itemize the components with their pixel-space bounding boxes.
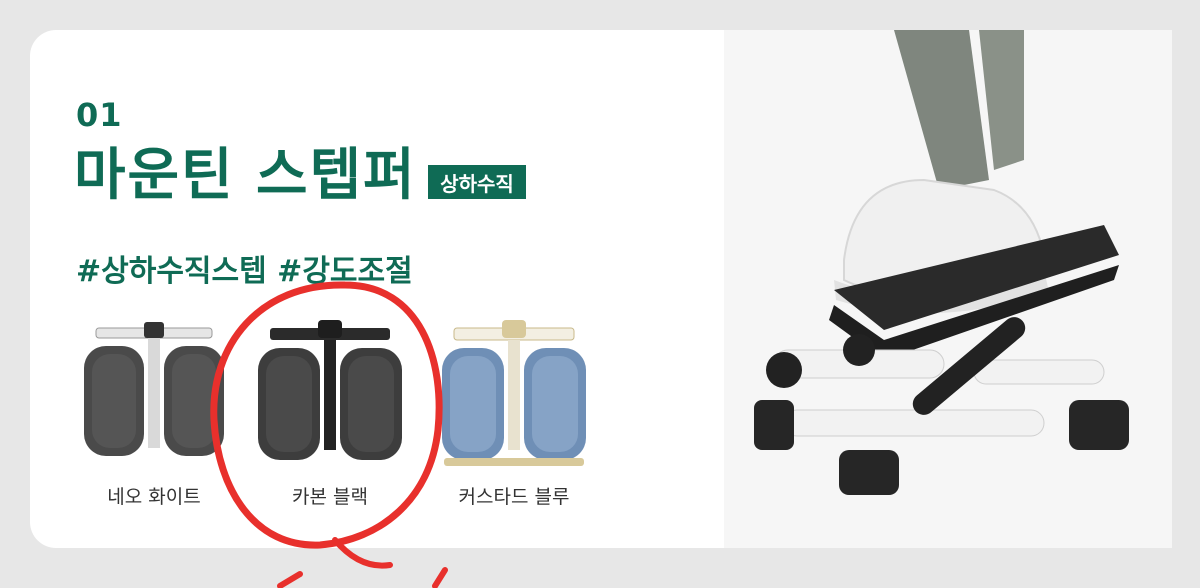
arrow-marks [277,567,448,588]
option-label: 카본 블랙 [292,486,368,508]
option-label: 네오 화이트 [107,486,201,508]
color-option-black[interactable]: 카본 블랙 [250,320,410,520]
stepper-blue-image [442,320,586,466]
stepper-black-image [258,320,402,460]
product-photo [724,30,1172,548]
stepper-white-image [84,322,224,456]
color-option-blue[interactable]: 커스타드 블루 [434,320,594,520]
option-label: 커스타드 블루 [458,486,570,508]
color-option-white[interactable]: 네오 화이트 [74,320,234,520]
product-title: 마운틴 스텝퍼 [74,143,417,208]
feature-badge: 상하수직 [428,165,526,199]
hashtags: #상하수직스텝 #강도조절 [76,254,413,289]
step-number: 01 [76,96,123,134]
